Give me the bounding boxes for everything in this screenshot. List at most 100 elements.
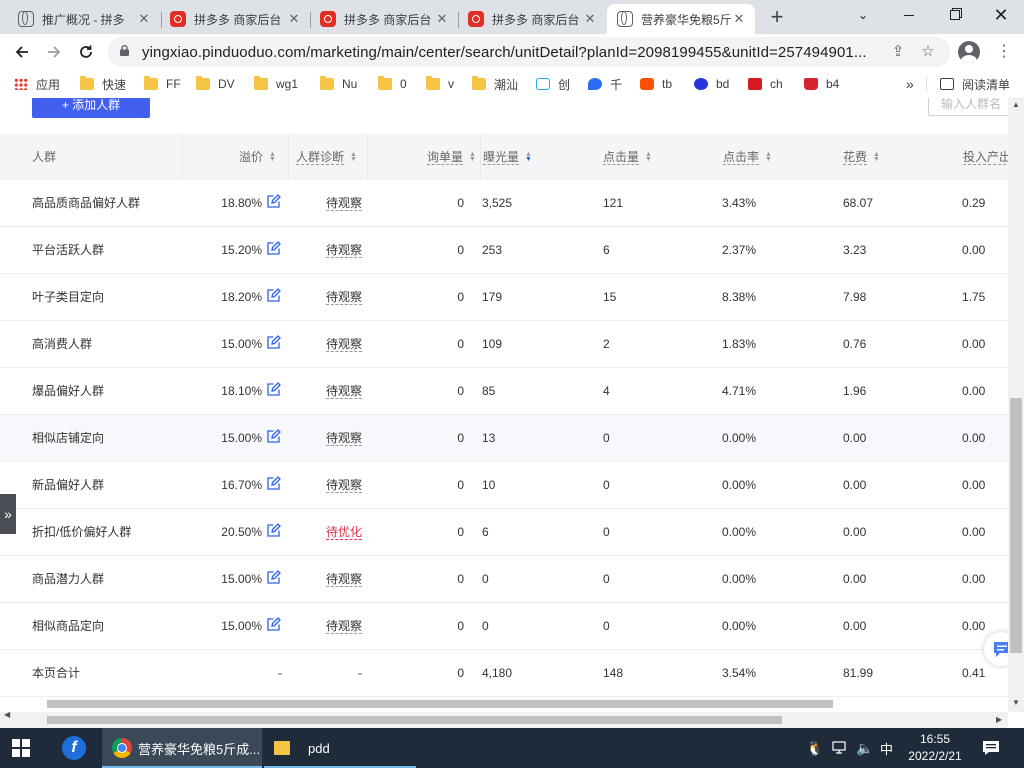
bookmark-link[interactable]: ch — [748, 75, 783, 93]
bookmarks-overflow-button[interactable]: » — [906, 75, 914, 93]
bookmark-folder[interactable]: 潮汕 — [472, 75, 518, 93]
edit-icon[interactable] — [267, 429, 281, 443]
browser-tab-4[interactable]: 拼多多 商家后台 ✕ — [458, 4, 606, 34]
edit-icon[interactable] — [267, 476, 281, 490]
profile-avatar[interactable] — [958, 41, 980, 63]
edit-icon[interactable] — [267, 241, 281, 255]
diagnosis-cell[interactable]: 待观察 — [326, 368, 363, 414]
header-diagnosis[interactable]: 人群诊断 ▲ ▼ — [296, 134, 357, 180]
scroll-right-icon[interactable]: ▶ — [996, 715, 1002, 724]
reload-button[interactable] — [72, 38, 100, 66]
diagnosis-cell[interactable]: 待观察 — [326, 227, 363, 273]
edit-icon[interactable] — [267, 617, 281, 631]
side-expand-button[interactable]: » — [0, 494, 16, 534]
reading-list-button[interactable]: 阅读清单 — [940, 75, 1010, 93]
bookmark-folder[interactable]: 0 — [378, 75, 407, 93]
header-roi[interactable]: 投入产出 — [963, 134, 1008, 180]
diagnosis-cell[interactable]: 待观察 — [326, 415, 363, 461]
sort-icon[interactable]: ▲ ▼ — [525, 151, 532, 163]
close-icon[interactable]: ✕ — [136, 11, 152, 27]
bookmark-link[interactable]: 创 — [536, 75, 570, 93]
edit-icon[interactable] — [267, 570, 281, 584]
edit-icon[interactable] — [267, 288, 281, 302]
diagnosis-status[interactable]: 待观察 — [326, 337, 363, 352]
new-tab-button[interactable]: + — [764, 5, 790, 31]
edit-icon[interactable] — [267, 335, 281, 349]
diagnosis-cell[interactable]: 待观察 — [326, 274, 363, 320]
header-cost[interactable]: 花费 ▲ ▼ — [843, 134, 880, 180]
bookmark-link[interactable]: bd — [694, 75, 729, 93]
sort-icon[interactable]: ▲ ▼ — [873, 151, 880, 163]
tab-search-button[interactable]: ⌄ — [840, 0, 886, 30]
minimize-button[interactable] — [886, 0, 932, 30]
add-crowd-button[interactable]: + 添加人群 — [32, 98, 150, 118]
edit-icon[interactable] — [267, 194, 281, 208]
close-icon[interactable]: ✕ — [286, 11, 302, 27]
ime-indicator[interactable]: 中 — [880, 728, 893, 768]
header-clicks[interactable]: 点击量 ▲ ▼ — [603, 134, 652, 180]
diagnosis-status[interactable]: 待观察 — [326, 619, 363, 634]
header-inquiries[interactable]: 询单量 ▲ ▼ — [427, 134, 476, 180]
sort-icon[interactable]: ▲ ▼ — [269, 151, 276, 163]
bookmark-link[interactable]: 千 — [588, 75, 622, 93]
horizontal-scrollbar[interactable]: ◀ ▶ — [0, 700, 1008, 728]
horizontal-scroll-thumb[interactable] — [47, 716, 782, 724]
taskbar-chrome-window[interactable]: 营养豪华免粮5斤成... — [102, 728, 262, 768]
bookmark-folder[interactable]: 快速 — [80, 75, 126, 93]
bookmark-folder[interactable]: v — [426, 75, 454, 93]
close-window-button[interactable]: ✕ — [978, 0, 1024, 30]
sort-icon[interactable]: ▲ ▼ — [469, 151, 476, 163]
star-icon[interactable]: ☆ — [918, 42, 938, 62]
vertical-scrollbar[interactable]: ▲ ▼ — [1008, 98, 1024, 712]
diagnosis-cell[interactable]: 待优化 — [326, 509, 363, 555]
diagnosis-status[interactable]: 待观察 — [326, 196, 363, 211]
diagnosis-status[interactable]: 待观察 — [326, 572, 363, 587]
restore-button[interactable] — [932, 0, 978, 30]
browser-tab-5-active[interactable]: 营养豪华免粮5斤 ✕ — [607, 4, 755, 34]
start-button[interactable] — [12, 728, 30, 768]
close-icon[interactable]: ✕ — [434, 11, 450, 27]
diagnosis-status[interactable]: 待观察 — [326, 431, 363, 446]
edit-icon[interactable] — [267, 523, 281, 537]
bookmark-folder[interactable]: wg1 — [254, 75, 298, 93]
diagnosis-cell[interactable]: 待观察 — [326, 556, 363, 602]
taskbar-folder-window[interactable]: pdd — [264, 728, 416, 768]
scroll-left-icon[interactable]: ◀ — [4, 710, 10, 719]
bookmark-link[interactable]: tb — [640, 75, 672, 93]
notification-center-icon[interactable] — [982, 728, 1000, 768]
forward-button[interactable] — [40, 38, 68, 66]
kebab-menu-icon[interactable]: ⋮ — [994, 40, 1014, 64]
sort-icon[interactable]: ▲ ▼ — [765, 151, 772, 163]
back-button[interactable] — [8, 38, 36, 66]
bookmark-folder[interactable]: FF — [144, 75, 181, 93]
close-icon[interactable]: ✕ — [582, 11, 598, 27]
close-icon[interactable]: ✕ — [731, 11, 747, 27]
system-clock[interactable]: 16:55 2022/2/21 — [900, 731, 970, 765]
sort-icon[interactable]: ▲ ▼ — [350, 151, 357, 163]
inner-horizontal-scroll-thumb[interactable] — [47, 700, 833, 708]
scroll-up-icon[interactable]: ▲ — [1012, 100, 1020, 109]
vertical-scroll-thumb[interactable] — [1010, 398, 1022, 653]
browser-tab-1[interactable]: 推广概况 - 拼多 ✕ — [8, 4, 160, 34]
address-bar[interactable]: yingxiao.pinduoduo.com/marketing/main/ce… — [108, 37, 950, 67]
diagnosis-status[interactable]: 待观察 — [326, 478, 363, 493]
share-icon[interactable]: ⇪ — [888, 42, 908, 62]
sort-icon[interactable]: ▲ ▼ — [645, 151, 652, 163]
edit-icon[interactable] — [267, 382, 281, 396]
diagnosis-cell[interactable]: 待观察 — [326, 180, 363, 226]
diagnosis-status[interactable]: 待观察 — [326, 384, 363, 399]
browser-tab-2[interactable]: 拼多多 商家后台 ✕ — [160, 4, 310, 34]
diagnosis-status[interactable]: 待观察 — [326, 290, 363, 305]
volume-icon[interactable]: 🔈 — [856, 728, 873, 768]
diagnosis-status[interactable]: 待优化 — [326, 525, 363, 540]
bookmark-link[interactable]: b4 — [804, 75, 839, 93]
bookmark-folder[interactable]: Nu — [320, 75, 357, 93]
header-premium[interactable]: 溢价 ▲ ▼ — [239, 134, 276, 180]
taskbar-flash-app[interactable]: f — [62, 728, 86, 768]
chat-float-button[interactable] — [984, 632, 1008, 666]
bookmark-folder[interactable]: DV — [196, 75, 235, 93]
header-impressions[interactable]: 曝光量 ▲ ▼ — [483, 134, 532, 180]
diagnosis-cell[interactable]: 待观察 — [326, 462, 363, 508]
scroll-down-icon[interactable]: ▼ — [1012, 698, 1020, 707]
diagnosis-cell[interactable]: 待观察 — [326, 603, 363, 649]
